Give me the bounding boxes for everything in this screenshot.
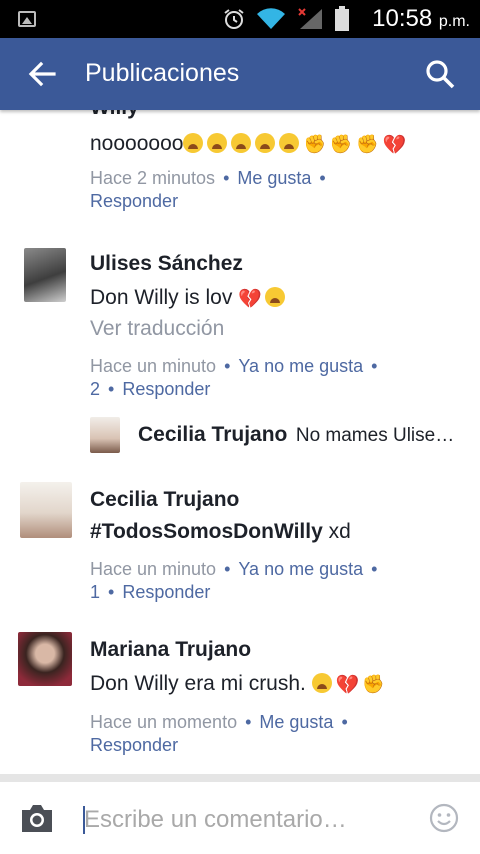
- fist-emoji-icon: ✊: [303, 134, 326, 154]
- status-icons: [222, 6, 350, 32]
- reply-button[interactable]: Responder: [122, 379, 210, 399]
- comment-text: nooooooo ✊ ✊ ✊ 💔: [90, 132, 407, 156]
- search-icon[interactable]: [424, 58, 456, 90]
- battery-icon: [335, 6, 349, 31]
- unlike-button[interactable]: Ya no me gusta: [238, 356, 363, 376]
- comment-author[interactable]: Cecilia Trujano: [90, 488, 460, 512]
- divider: [0, 774, 480, 782]
- avatar: [90, 417, 120, 453]
- fist-emoji-icon: ✊: [356, 134, 379, 154]
- comment-text: Don Willy era mi crush. 💔 ✊: [90, 672, 385, 696]
- reply-preview[interactable]: Cecilia Trujano No mames Ulise…: [90, 415, 460, 453]
- comment-author[interactable]: Ulises Sánchez: [90, 252, 460, 276]
- crying-emoji-icon: [311, 673, 332, 693]
- app-bar: Publicaciones: [0, 38, 480, 110]
- comment-author[interactable]: Mariana Trujano: [90, 638, 460, 662]
- status-bar: 10:58 p.m.: [0, 0, 480, 38]
- wifi-icon: [257, 8, 285, 30]
- comment-meta: Hace 2 minutos • Me gusta • Responder: [90, 168, 326, 211]
- reply-author: Cecilia Trujano: [138, 423, 288, 446]
- avatar[interactable]: [24, 248, 66, 302]
- like-button[interactable]: Me gusta: [259, 712, 333, 732]
- comment-list[interactable]: Willy nooooooo✊✊✊💔 Hace 2 minutos•Me gus…: [0, 110, 480, 774]
- reply-text: No mames Ulise…: [295, 425, 455, 446]
- crying-emoji-icon: [183, 132, 303, 155]
- comment-meta: Hace un momento • Me gusta • Responder: [90, 712, 348, 755]
- reply-button[interactable]: Responder: [122, 582, 210, 602]
- reply-button[interactable]: Responder: [90, 735, 178, 755]
- like-button[interactable]: Me gusta: [237, 168, 311, 188]
- comment-input[interactable]: [84, 804, 404, 836]
- camera-icon[interactable]: [18, 802, 56, 834]
- broken-heart-icon: 💔: [382, 135, 407, 156]
- comment-composer: [0, 782, 480, 854]
- like-count[interactable]: 1: [90, 582, 100, 602]
- reply-button[interactable]: Responder: [90, 191, 178, 211]
- fist-emoji-icon: ✊: [362, 674, 385, 694]
- hashtag-link[interactable]: #TodosSomosDonWilly: [90, 520, 323, 543]
- comment-meta: Hace un minuto • Ya no me gusta • 2 • Respond…: [90, 356, 378, 399]
- broken-heart-icon: 💔: [335, 675, 360, 696]
- avatar[interactable]: [18, 632, 72, 686]
- status-time: 10:58 p.m.: [372, 5, 470, 32]
- fist-emoji-icon: ✊: [329, 134, 353, 154]
- see-translation-link[interactable]: Ver traducción: [90, 317, 460, 341]
- comment-text: #TodosSomosDonWilly xd: [90, 520, 351, 543]
- smiley-icon[interactable]: [428, 802, 460, 834]
- comment-text: Don Willy is lov 💔: [90, 286, 460, 311]
- like-count[interactable]: 2: [90, 379, 100, 399]
- page-title: Publicaciones: [85, 59, 240, 87]
- back-arrow-icon[interactable]: [26, 58, 58, 90]
- comment-meta: Hace un minuto • Ya no me gusta • 1 • Respond…: [90, 559, 378, 602]
- comment-author[interactable]: Willy: [90, 110, 460, 120]
- gallery-notification-icon: [18, 11, 36, 27]
- broken-heart-icon: 💔: [238, 289, 262, 310]
- avatar[interactable]: [20, 482, 72, 538]
- signal-icon: [298, 8, 322, 29]
- crying-emoji-icon: [264, 287, 285, 307]
- unlike-button[interactable]: Ya no me gusta: [238, 559, 363, 579]
- alarm-icon: [224, 9, 244, 29]
